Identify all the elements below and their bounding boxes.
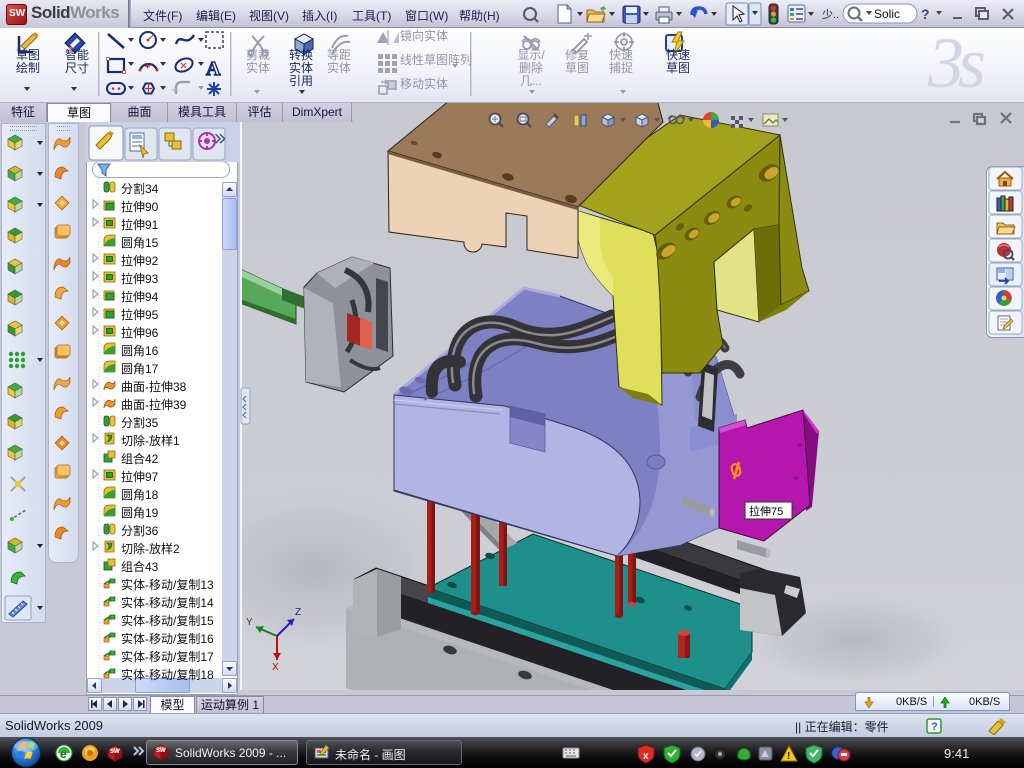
- svg-text:SW: SW: [156, 748, 166, 754]
- svg-text:Y: Y: [246, 617, 253, 628]
- svg-text:!: !: [787, 751, 790, 762]
- svg-text:X: X: [272, 662, 279, 673]
- svg-text:?: ?: [921, 6, 930, 22]
- svg-text:e: e: [60, 747, 67, 761]
- svg-text:A: A: [206, 58, 221, 80]
- svg-text:少..: 少..: [822, 8, 839, 21]
- svg-text:x: x: [643, 751, 649, 762]
- svg-text:拉伸75: 拉伸75: [749, 504, 783, 518]
- svg-text:Z: Z: [295, 607, 301, 618]
- svg-text:?: ?: [931, 721, 938, 733]
- svg-text:Solic: Solic: [874, 7, 900, 21]
- svg-text:SW: SW: [110, 749, 120, 755]
- svg-text:9:41: 9:41: [944, 746, 969, 761]
